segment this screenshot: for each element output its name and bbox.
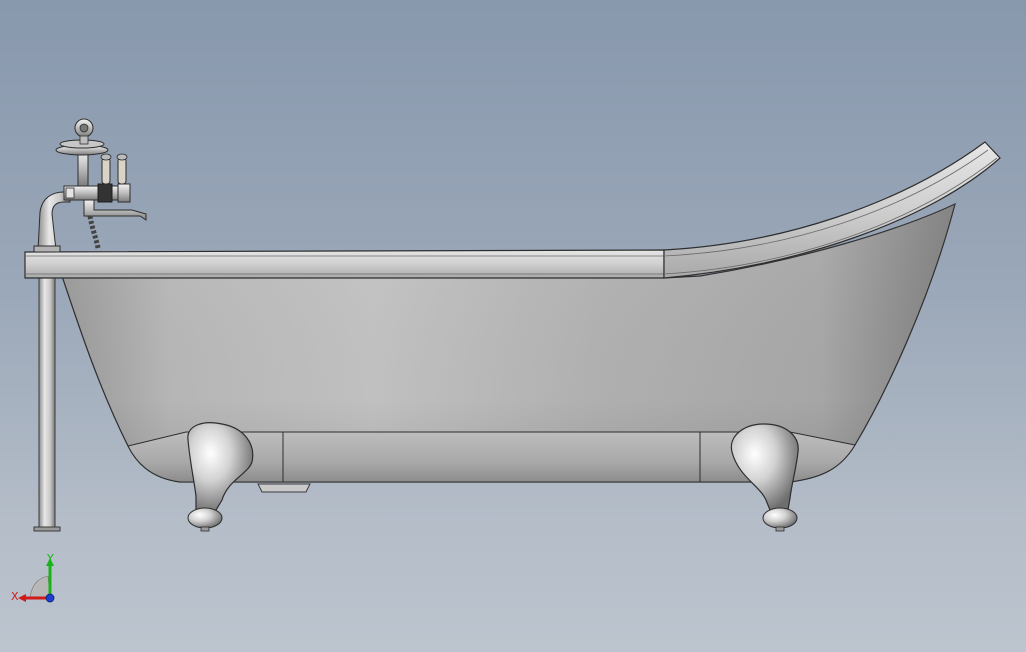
- x-axis-arrowhead: [18, 594, 26, 602]
- axis-triad: Y X: [11, 552, 55, 603]
- z-axis-dot: [45, 593, 55, 603]
- triad-plane-icon: [29, 575, 51, 599]
- supply-pipe[interactable]: [33, 277, 61, 532]
- y-axis-label: Y: [46, 552, 54, 565]
- graphics-viewport[interactable]: Y X: [0, 0, 1026, 652]
- x-axis-label: X: [11, 590, 19, 603]
- faucet-assembly[interactable]: [33, 118, 147, 253]
- bathtub-model[interactable]: [0, 0, 1026, 652]
